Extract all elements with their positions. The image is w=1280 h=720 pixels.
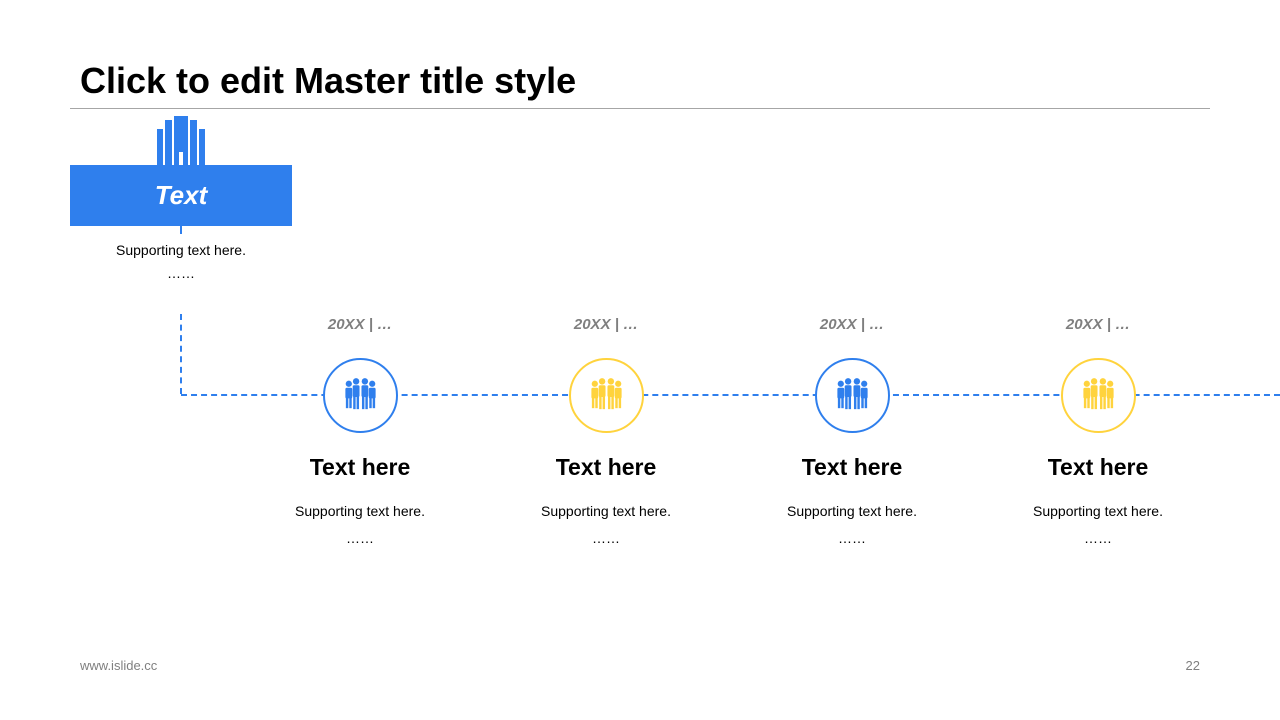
node-supporting-text[interactable]: Supporting text here.	[270, 502, 450, 520]
team-icon	[837, 378, 868, 410]
node-heading[interactable]: Text here	[762, 454, 942, 481]
footer-url[interactable]: www.islide.cc	[80, 658, 157, 673]
node-date[interactable]: 20XX | …	[516, 316, 696, 333]
node-circle	[569, 358, 644, 433]
connector-line-top	[180, 226, 182, 234]
page-number: 22	[1185, 658, 1200, 673]
slide-title[interactable]: Click to edit Master title style	[80, 60, 576, 102]
slide: Click to edit Master title style Text Su…	[0, 0, 1280, 720]
node-date[interactable]: 20XX | …	[1008, 316, 1188, 333]
node-ellipsis: ……	[1084, 530, 1112, 546]
node-circle	[323, 358, 398, 433]
team-icon	[1083, 378, 1114, 410]
node-circle	[815, 358, 890, 433]
node-date[interactable]: 20XX | …	[270, 316, 450, 333]
node-supporting-text[interactable]: Supporting text here.	[762, 502, 942, 520]
building-icon	[157, 116, 205, 166]
node-date[interactable]: 20XX | …	[762, 316, 942, 333]
team-icon	[591, 378, 622, 410]
node-heading[interactable]: Text here	[270, 454, 450, 481]
intro-supporting-text[interactable]: Supporting text here.	[81, 241, 281, 259]
connector-line-vertical	[180, 314, 182, 394]
title-divider	[70, 108, 1210, 109]
node-heading[interactable]: Text here	[1008, 454, 1188, 481]
node-ellipsis: ……	[592, 530, 620, 546]
node-ellipsis: ……	[838, 530, 866, 546]
node-supporting-text[interactable]: Supporting text here.	[1008, 502, 1188, 520]
node-supporting-text[interactable]: Supporting text here.	[516, 502, 696, 520]
intro-banner-label: Text	[154, 180, 208, 210]
team-icon	[345, 378, 376, 410]
node-ellipsis: ……	[346, 530, 374, 546]
node-heading[interactable]: Text here	[516, 454, 696, 481]
intro-banner[interactable]: Text	[70, 165, 292, 226]
intro-ellipsis: ……	[167, 265, 195, 281]
node-circle	[1061, 358, 1136, 433]
